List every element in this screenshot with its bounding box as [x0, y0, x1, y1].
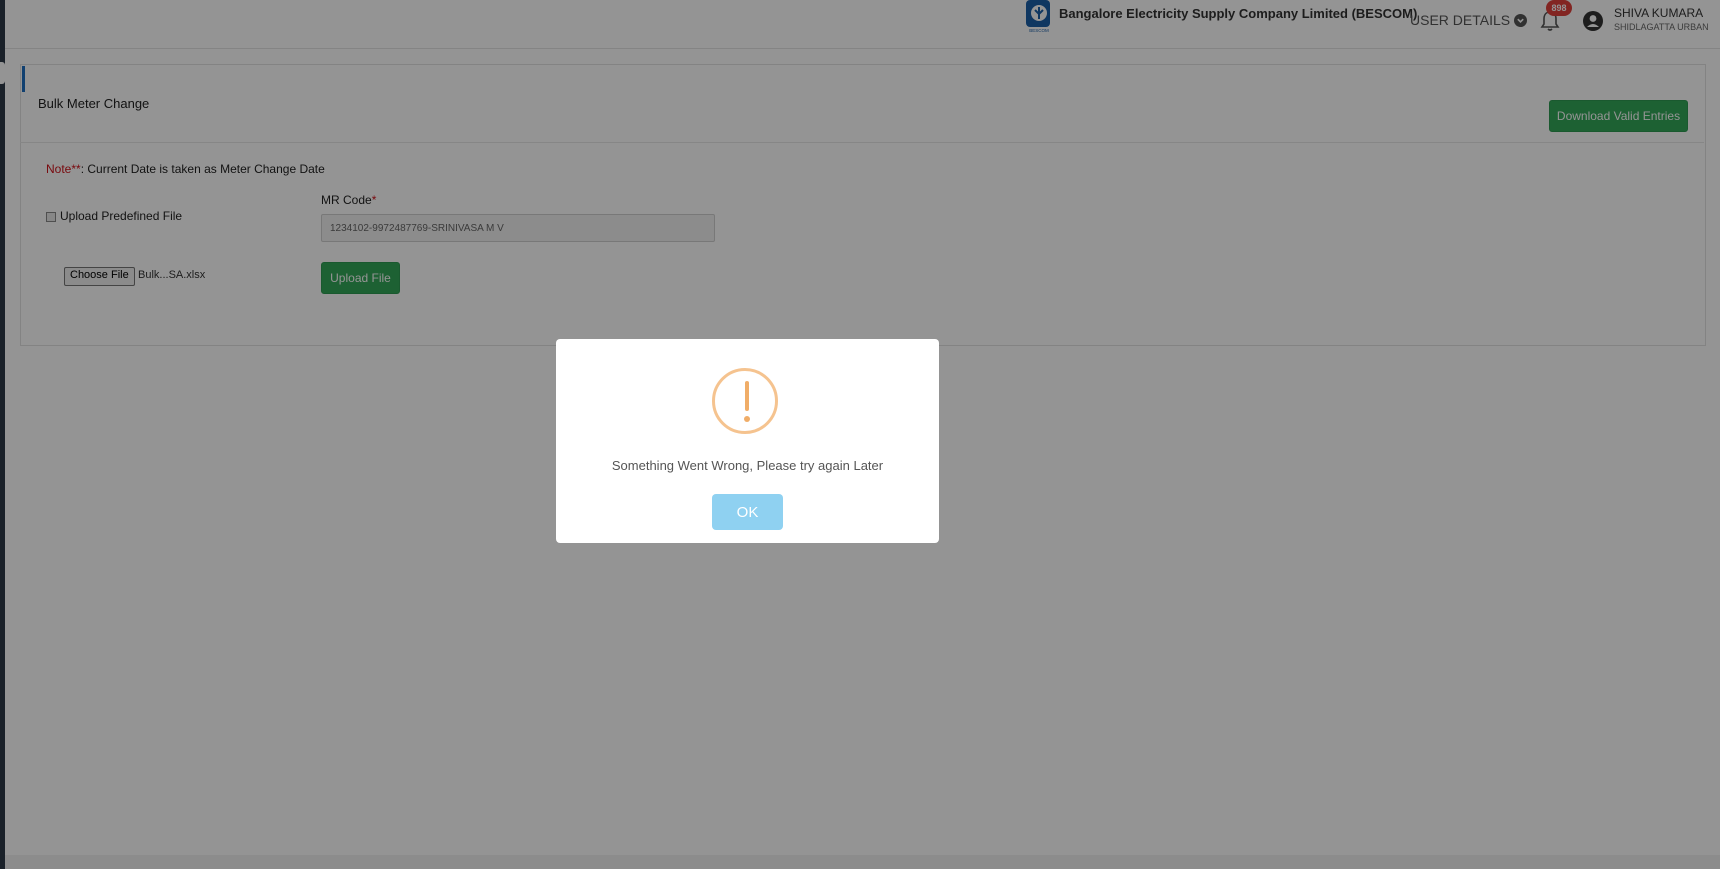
warning-icon: [712, 368, 778, 434]
warning-icon-dot: [744, 416, 750, 422]
error-dialog: Something Went Wrong, Please try again L…: [556, 339, 939, 543]
error-message: Something Went Wrong, Please try again L…: [611, 458, 884, 473]
warning-icon-bar: [745, 381, 749, 411]
ok-button[interactable]: OK: [712, 494, 783, 530]
